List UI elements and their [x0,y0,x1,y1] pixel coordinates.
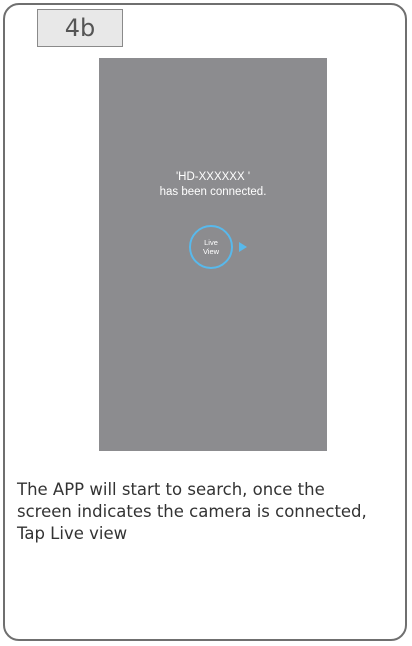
live-view-label-line1: Live [204,238,218,247]
device-name: 'HD-XXXXXX ' [175,171,251,183]
play-arrow-icon[interactable] [239,242,247,252]
connection-message: 'HD-XXXXXX ' has been connected. [99,170,327,200]
live-view-button[interactable]: Live View [189,225,233,269]
step-label: 4b [37,9,123,47]
instruction-line: screen indicates the camera is connected… [17,502,367,521]
instruction-line: Tap Live view [17,524,128,543]
instruction-card: 4b 'HD-XXXXXX ' has been connected. Live… [3,3,407,641]
instruction-line: The APP will start to search, once the [17,480,325,499]
phone-screen: 'HD-XXXXXX ' has been connected. Live Vi… [99,58,327,451]
connection-status: has been connected. [159,186,267,198]
instruction-text: The APP will start to search, once the s… [17,479,411,545]
live-view-label-line2: View [202,247,220,256]
